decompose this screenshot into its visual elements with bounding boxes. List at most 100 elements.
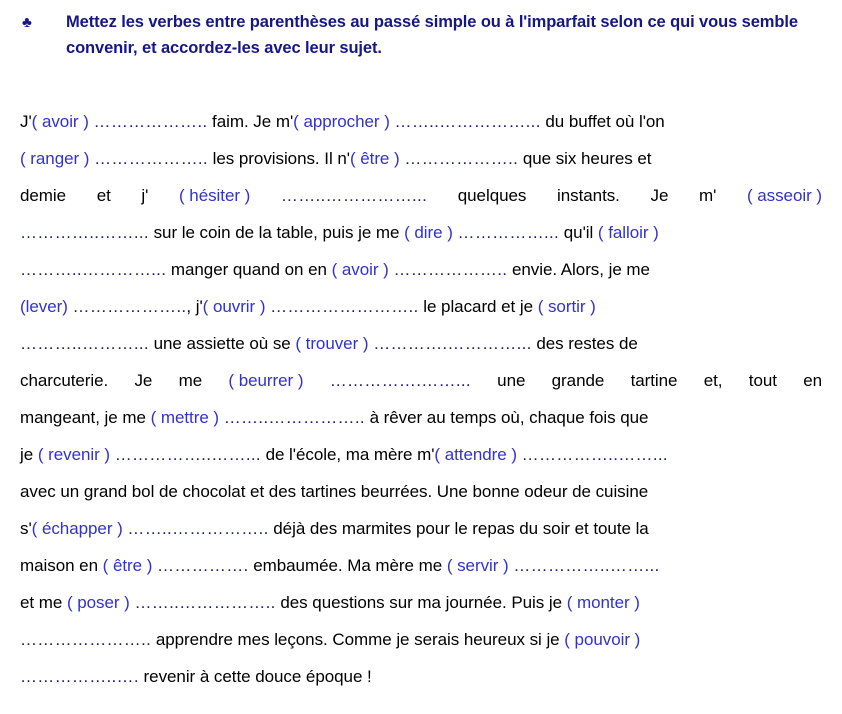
answer-blank[interactable]: ……………..…. [20,667,139,686]
body-text: et [96,186,111,205]
club-suit-bullet-icon: ♣ [22,14,32,31]
body-text: revenir à cette douce époque ! [138,667,372,686]
answer-blank[interactable]: ……………... [458,223,560,242]
exercise-line: s'( échapper ) ……..…………….. déjà des marm… [20,510,822,547]
verb-prompt: ( sortir ) [537,297,596,316]
answer-blank[interactable]: ……………..……... [513,556,659,575]
body-text: quelques [457,186,527,205]
body-text: tartine [630,371,678,390]
exercise-line: et me ( poser ) ……..…………….. des question… [20,584,822,621]
instruction-text: Mettez les verbes entre parenthèses au p… [66,13,798,57]
verb-prompt: ( ouvrir ) [202,297,266,316]
exercise-text-body: J'( avoir ) ……………….. faim. Je m'( approc… [20,103,822,695]
body-text: envie. Alors, je me [507,260,650,279]
answer-blank[interactable]: ……………. [157,556,249,575]
body-text: grande [551,371,605,390]
answer-blank[interactable]: ……………….. [73,297,187,316]
verb-prompt: ( dire ) [404,223,453,242]
body-text: me [178,371,203,390]
exercise-line: ………..………... une assiette où se ( trouver… [20,325,822,362]
verb-prompt: ( ranger ) [20,149,90,168]
verb-prompt: (lever) [20,297,68,316]
exercise-line: demie et j' ( hésiter ) ……..……………... quelques… [20,177,822,214]
body-text: en [803,371,822,390]
exercise-line: ………..…………... manger quand on en ( avoir … [20,251,822,288]
body-text: tout [748,371,777,390]
verb-prompt: ( revenir ) [37,445,110,464]
body-text: J' [20,112,32,131]
instruction-block: ♣ Mettez les verbes entre parenthèses au… [0,10,842,61]
exercise-line: ( ranger ) ……………….. les provisions. Il n… [20,140,822,177]
verb-prompt: ( servir ) [446,556,509,575]
body-text: instants. [557,186,620,205]
answer-blank[interactable]: ……………….. [94,149,208,168]
body-text: faim. Je m' [207,112,294,131]
exercise-line: charcuterie. Je me ( beurrer ) …………….……... un… [20,362,822,399]
body-text: , j' [186,297,203,316]
body-text: sur le coin de la table, puis je me [148,223,405,242]
body-text: déjà des marmites pour le repas du soir … [268,519,649,538]
verb-prompt: ( pouvoir ) [564,630,641,649]
body-text: embaumée. Ma mère me [248,556,447,575]
body-text: des restes de [531,334,638,353]
body-text: j' [141,186,149,205]
answer-blank[interactable]: …………….……... [330,362,471,399]
answer-blank[interactable]: ……………….. [393,260,507,279]
body-text: à rêver au temps où, chaque fois que [364,408,649,427]
body-text: et me [20,593,67,612]
worksheet-page: ♣ Mettez les verbes entre parenthèses au… [0,0,842,714]
answer-blank[interactable]: ……………….. [404,149,518,168]
exercise-line: (lever) ……………….., j'( ouvrir ) …………………….… [20,288,822,325]
exercise-line: ……………..…. revenir à cette douce époque ! [20,658,822,695]
answer-blank[interactable]: ……..…………….. [127,519,268,538]
verb-prompt: ( beurrer ) [228,371,304,390]
body-text: une assiette où se [148,334,296,353]
verb-prompt: ( mettre ) [150,408,220,427]
exercise-line: mangeant, je me ( mettre ) ……..…………….. à… [20,399,822,436]
body-text: s' [20,519,32,538]
answer-blank[interactable]: ……………..……... [522,445,668,464]
verb-prompt: ( poser ) [66,593,130,612]
body-text: maison en [20,556,103,575]
body-text: apprendre mes leçons. Comme je serais he… [151,630,565,649]
body-text: m' [699,186,717,205]
exercise-line: …………..……... sur le coin de la table, pui… [20,214,822,251]
body-text: manger quand on en [166,260,332,279]
answer-blank[interactable]: …………..……... [20,223,149,242]
answer-blank[interactable]: …………………….. [270,297,418,316]
answer-blank[interactable]: ……..…………….. [224,408,365,427]
exercise-line: ………………….. apprendre mes leçons. Comme je… [20,621,822,658]
verb-prompt: ( échapper ) [31,519,123,538]
answer-blank[interactable]: ……..……………... [395,112,541,131]
answer-blank[interactable]: ………..…………... [20,260,166,279]
exercise-line: je ( revenir ) ……………..……... de l'école, … [20,436,822,473]
body-text: que six heures et [518,149,652,168]
body-text: charcuterie. [20,371,109,390]
answer-blank[interactable]: ………….…………... [373,334,532,353]
answer-blank[interactable]: ……………….. [94,112,208,131]
verb-prompt: ( avoir ) [331,260,389,279]
answer-blank[interactable]: ………………….. [20,630,151,649]
verb-prompt: ( être ) [102,556,153,575]
verb-prompt: ( approcher ) [293,112,390,131]
answer-blank[interactable]: ……..……………... [281,177,427,214]
body-text: demie [20,186,67,205]
verb-prompt: ( falloir ) [597,223,659,242]
verb-prompt: ( asseoir ) [746,186,822,205]
verb-prompt: ( monter ) [566,593,640,612]
exercise-line: maison en ( être ) ……………. embaumée. Ma m… [20,547,822,584]
answer-blank[interactable]: ……………..……... [115,445,261,464]
body-text: de l'école, ma mère m' [260,445,435,464]
exercise-line: avec un grand bol de chocolat et des tar… [20,473,822,510]
body-text: des questions sur ma journée. Puis je [275,593,567,612]
body-text: je [20,445,38,464]
body-text: du buffet où l'on [540,112,665,131]
answer-blank[interactable]: ………..………... [20,334,149,353]
body-text: qu'il [559,223,598,242]
verb-prompt: ( avoir ) [31,112,89,131]
body-text: et, [703,371,723,390]
exercise-line: J'( avoir ) ……………….. faim. Je m'( approc… [20,103,822,140]
answer-blank[interactable]: ……..…………….. [134,593,275,612]
body-text: les provisions. Il n' [207,149,350,168]
verb-prompt: ( trouver ) [295,334,369,353]
